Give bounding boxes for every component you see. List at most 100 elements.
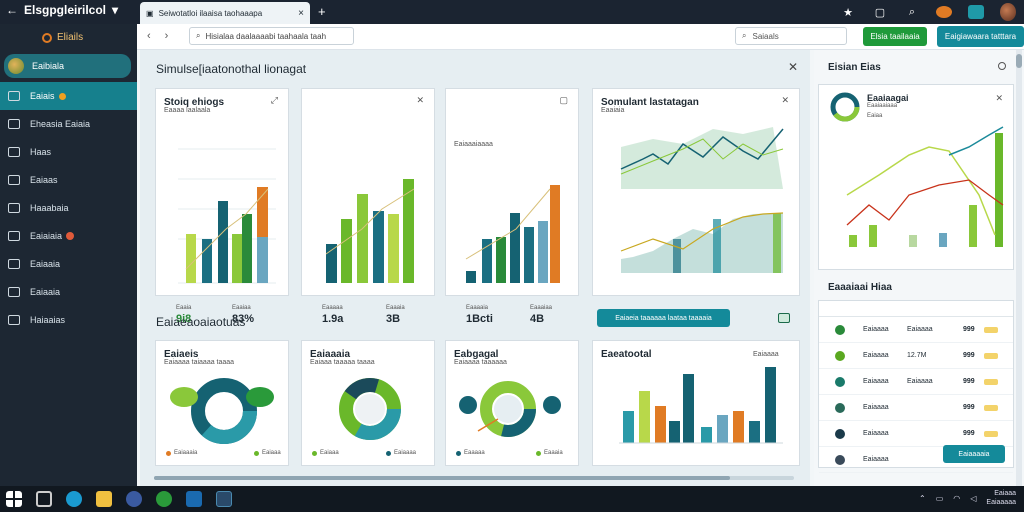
- profile-avatar: [8, 58, 24, 74]
- row-status-icon: [835, 454, 845, 465]
- brand-icon: [42, 32, 52, 43]
- sidebar-item-0[interactable]: Eaiais: [0, 82, 137, 110]
- table-row[interactable]: Eaiaaaa 999: [819, 395, 1013, 421]
- table-cell: Eaiaaaa: [863, 326, 889, 333]
- horizontal-scrollbar[interactable]: [154, 476, 794, 480]
- chart-card-3: Eaiaaaiaaaa ▢ Eaaaaia Eaaaiaa 1Bcti 4B: [445, 88, 579, 325]
- sidebar-item-label: Eaiaas: [30, 175, 58, 185]
- wifi-icon[interactable]: ◠: [953, 494, 960, 503]
- action-button-teal[interactable]: Eaigiawaara tatttara: [937, 26, 1024, 47]
- table-row[interactable]: Eaiaaaa 999: [819, 421, 1013, 447]
- bar-chart-3: [465, 185, 560, 283]
- section-title: Eaiaeaoaiaotuas: [156, 315, 246, 329]
- data-table: Eaiaaaa Eaiaaaa 999 Eaiaaaa 12.7M 999 Eaiaaaa E…: [818, 300, 1014, 473]
- section-button[interactable]: Eaiaeia taaaaaa laataa taaaaia: [597, 309, 730, 327]
- forward-icon[interactable]: ›: [165, 30, 169, 42]
- table-row[interactable]: Eaiaaaa 12.7M 999: [819, 343, 1013, 369]
- sidebar-item-4[interactable]: Haaabaia: [0, 194, 137, 222]
- avatar[interactable]: [1000, 3, 1016, 21]
- clock[interactable]: Eaiaaa Eaiaaaaa: [986, 489, 1016, 507]
- table-cell: 12.7M: [907, 352, 927, 359]
- sidebar-item-8[interactable]: Haiaaias: [0, 306, 137, 334]
- table-cell: Eaiaaaa: [907, 378, 933, 385]
- chrome-icon[interactable]: [156, 491, 172, 507]
- table-cell: Eaiaaaa: [863, 430, 889, 437]
- table-row[interactable]: Eaiaaaa Eaiaaaa 999: [819, 369, 1013, 395]
- close-icon[interactable]: ✕: [781, 95, 789, 106]
- star-icon[interactable]: ★: [840, 6, 856, 19]
- close-icon[interactable]: ✕: [995, 93, 1003, 104]
- row-status-icon: [835, 428, 845, 439]
- task-view-icon[interactable]: [36, 491, 52, 507]
- donut-card-1: Eaiaeis Eaiaaaa taiaaaa taaaa Eaiaaaia E…: [155, 340, 289, 466]
- status-badge: [984, 404, 998, 411]
- url-field[interactable]: ⌕ Hisialaa daalaaaabi taahaala taah: [189, 27, 354, 45]
- sidebar-item-label: Eaiaiaia: [30, 231, 63, 241]
- chart-card-2: ✕ Eaaaaa Eaaaia 1.9a 3B: [301, 88, 435, 325]
- search-input[interactable]: ⌕ Saiaals: [735, 27, 847, 45]
- search-icon: ⌕: [196, 31, 201, 40]
- sidebar: Eliails Eaibiala Eaiais Eheasia Eaiaia Haa…: [0, 24, 137, 486]
- sidebar-item-6[interactable]: Eaiaaia: [0, 250, 137, 278]
- folder-icon[interactable]: [96, 491, 112, 507]
- new-tab-icon[interactable]: +: [318, 4, 326, 19]
- sidebar-item-1[interactable]: Eheasia Eaiaia: [0, 110, 137, 138]
- extension-icon[interactable]: [936, 6, 952, 18]
- vertical-scrollbar[interactable]: [1016, 50, 1022, 486]
- back-arrow-icon[interactable]: ←: [6, 3, 18, 17]
- sidebar-item-5[interactable]: Eaiaiaia: [0, 222, 137, 250]
- app-title: ← Elsgpgleirilcol ▾: [6, 3, 119, 17]
- table-action-button[interactable]: Eaiaaaaia: [943, 445, 1005, 463]
- row-status-icon: [835, 350, 845, 361]
- app-icon[interactable]: [126, 491, 142, 507]
- network-icon[interactable]: ▭: [936, 494, 944, 503]
- address-row: ‹ › ⌕ Hisialaa daalaaaabi taahaala taah …: [137, 24, 1024, 50]
- status-badge: [984, 378, 998, 385]
- screen-icon[interactable]: [778, 313, 790, 323]
- table-cell: Eaiaaaa: [863, 378, 889, 385]
- sidebar-item-label: Eaiaaia: [30, 259, 61, 269]
- status-badge: [984, 430, 998, 437]
- expand-icon[interactable]: ▢: [559, 95, 568, 106]
- sidebar-nav: Eaiais Eheasia Eaiaia Haas Eaiaas Haaabaia Ea…: [0, 82, 137, 334]
- nav-item-icon: [8, 119, 20, 129]
- profile-pill[interactable]: Eaibiala: [4, 54, 131, 78]
- notification-badge: [58, 92, 66, 100]
- settings-icon[interactable]: [998, 62, 1006, 70]
- edge-icon[interactable]: [216, 491, 232, 507]
- dropdown-icon[interactable]: ▾: [112, 3, 118, 17]
- tab-close-icon[interactable]: ×: [298, 8, 304, 19]
- table-cell: 999: [963, 430, 975, 437]
- chevron-up-icon[interactable]: ⌃: [919, 494, 926, 503]
- area-line-chart: [620, 127, 784, 273]
- taskbar: ⌃ ▭ ◠ ◁ Eaiaaa Eaiaaaaa: [0, 486, 1024, 512]
- sidebar-item-3[interactable]: Eaiaas: [0, 166, 137, 194]
- row-status-icon: [835, 402, 845, 413]
- sidebar-item-label: Eheasia Eaiaia: [30, 119, 91, 129]
- table-row[interactable]: Eaiaaaa Eaiaaaa 999: [819, 317, 1013, 343]
- start-icon[interactable]: [6, 491, 22, 507]
- volume-icon[interactable]: ◁: [970, 494, 976, 503]
- sidebar-item-7[interactable]: Eaiaaia: [0, 278, 137, 306]
- bar-chart-2: [325, 179, 415, 283]
- donut-card-3: Eabgagal Eaiaaaa taaaaaa Eaaaaa Eaaaia: [445, 340, 579, 466]
- download-icon[interactable]: [968, 5, 984, 19]
- line-chart-card: Somulant lastatagan Eaaiaia ✕: [592, 88, 800, 296]
- row-status-icon: [835, 324, 845, 335]
- action-button-green[interactable]: Elsia taailaaia: [863, 27, 927, 46]
- store-icon[interactable]: [186, 491, 202, 507]
- nav-item-icon: [8, 175, 20, 185]
- expand-icon[interactable]: ⤢: [271, 95, 278, 106]
- search-icon[interactable]: ⌕: [904, 6, 920, 19]
- table-header: [819, 301, 1013, 317]
- close-icon[interactable]: ✕: [416, 95, 424, 106]
- back-icon[interactable]: ‹: [147, 30, 151, 42]
- nav-item-icon: [8, 259, 20, 269]
- browser-icon[interactable]: [66, 491, 82, 507]
- nav-item-icon: [8, 287, 20, 297]
- browser-tab[interactable]: ▣ Seiwotatloi ilaaisa taohaaapa ×: [140, 2, 310, 24]
- sidebar-item-2[interactable]: Haas: [0, 138, 137, 166]
- chat-icon[interactable]: ▢: [872, 6, 888, 19]
- close-icon[interactable]: ✕: [788, 60, 798, 74]
- bar-chart-1: [178, 148, 276, 326]
